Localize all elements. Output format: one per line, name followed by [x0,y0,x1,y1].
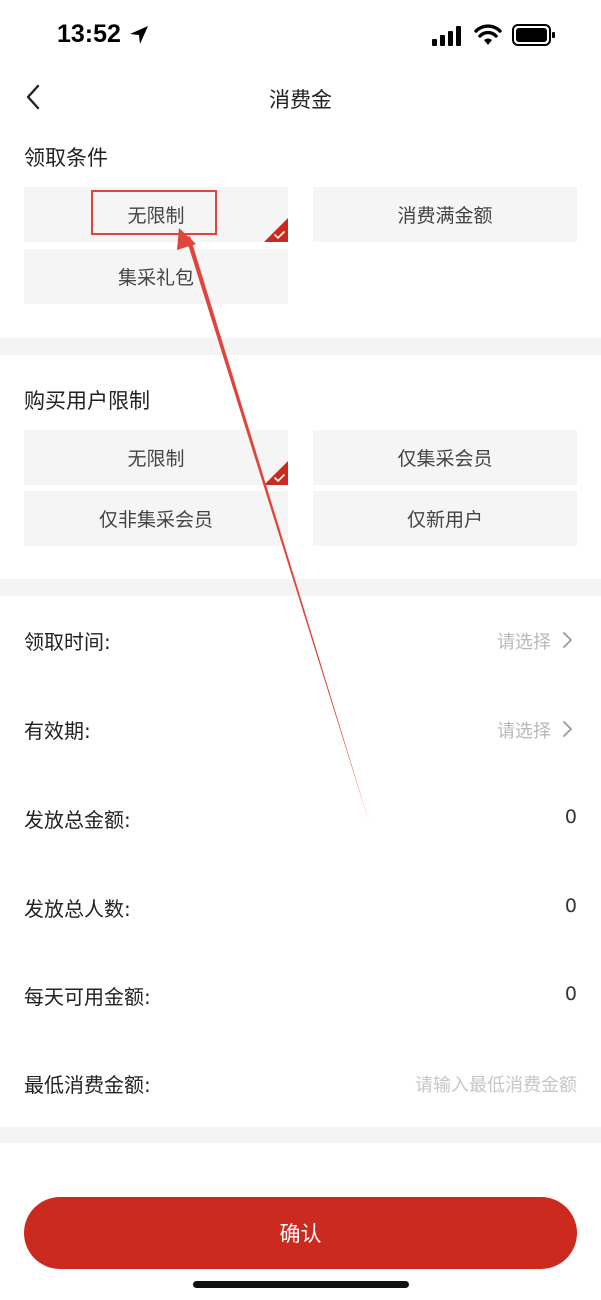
confirm-button[interactable]: 确认 [24,1197,577,1269]
daily-amount-input[interactable]: 0 [565,983,577,1005]
buyer-option-members-only[interactable]: 仅集采会员 [313,430,577,485]
total-people-input[interactable]: 0 [565,895,577,917]
validity-label: 有效期: [24,719,91,743]
location-arrow-icon [130,26,148,44]
option-label: 仅新用户 [406,509,483,531]
status-bar: 13:52 [0,0,601,70]
claim-time-label: 领取时间: [24,630,111,654]
battery-icon [512,24,555,46]
wifi-icon [474,24,502,45]
validity-value: 请选择 [497,721,551,742]
claim-time-row[interactable]: 领取时间: 请选择 [24,620,577,660]
total-amount-row[interactable]: 发放总金额: 0 [24,798,577,838]
buyer-limit-title: 购买用户限制 [24,389,150,413]
total-people-row[interactable]: 发放总人数: 0 [24,887,577,927]
option-label: 集采礼包 [117,267,194,289]
claim-option-min-spend[interactable]: 消费满金额 [313,187,577,242]
section-divider [0,338,601,355]
page-title: 消费金 [269,88,332,112]
daily-amount-row[interactable]: 每天可用金额: 0 [24,975,577,1015]
min-spend-input[interactable]: 请输入最低消费金额 [415,1071,577,1097]
confirm-button-label: 确认 [279,1222,322,1246]
status-time: 13:52 [57,20,121,48]
selected-check-icon [264,218,288,242]
buyer-option-non-members[interactable]: 仅非集采会员 [24,491,288,546]
section-divider [0,579,601,596]
claim-time-value: 请选择 [497,632,551,653]
validity-row[interactable]: 有效期: 请选择 [24,709,577,749]
claim-conditions-title: 领取条件 [24,146,108,170]
min-spend-row[interactable]: 最低消费金额: 请输入最低消费金额 [24,1063,577,1103]
cellular-signal-icon [432,26,461,46]
section-divider [0,1127,601,1143]
annotation-highlight-box [91,190,217,235]
total-amount-label: 发放总金额: [24,808,131,832]
option-label: 无限制 [127,448,185,470]
total-people-label: 发放总人数: [24,897,131,921]
option-label: 仅非集采会员 [98,509,213,531]
selected-check-icon [264,461,288,485]
min-spend-label: 最低消费金额: [24,1073,151,1097]
daily-amount-label: 每天可用金额: [24,985,151,1009]
option-label: 仅集采会员 [397,448,493,470]
chevron-right-icon [563,721,572,737]
chevron-right-icon [563,632,572,648]
home-indicator [193,1281,409,1288]
option-label: 消费满金额 [397,205,493,227]
claim-option-bulk-gift[interactable]: 集采礼包 [24,249,288,304]
navigation-bar: 消费金 [0,70,601,126]
buyer-option-new-users[interactable]: 仅新用户 [313,491,577,546]
buyer-option-unlimited[interactable]: 无限制 [24,430,288,485]
total-amount-input[interactable]: 0 [565,806,577,828]
